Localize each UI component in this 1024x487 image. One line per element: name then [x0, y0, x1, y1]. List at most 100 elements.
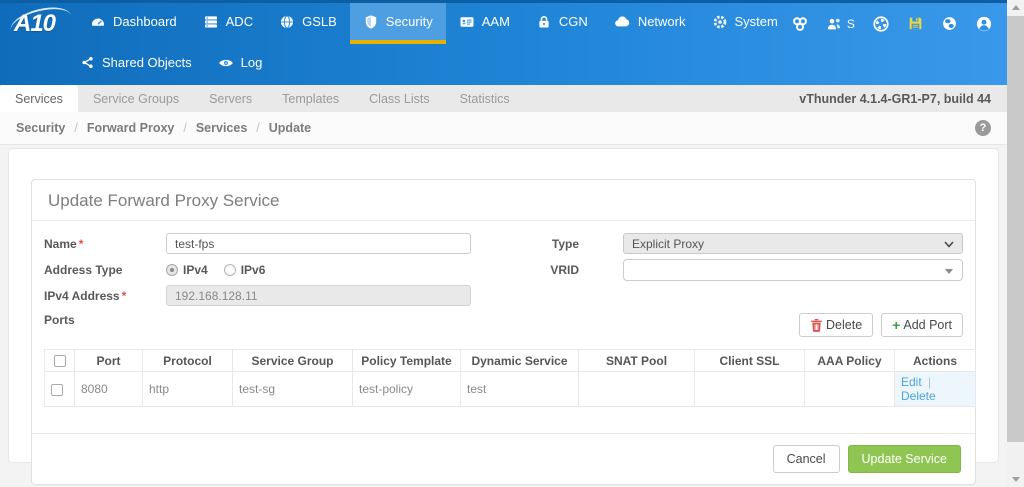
shared-objects-link[interactable]: Shared Objects: [80, 55, 192, 70]
cell-service-group: test-sg: [232, 371, 353, 407]
nav-item-aam[interactable]: AAM: [446, 3, 523, 44]
tab-statistics[interactable]: Statistics: [445, 85, 525, 112]
save-icon[interactable]: [907, 15, 924, 32]
type-label: Type: [551, 236, 579, 251]
column-header-protocol: Protocol: [142, 349, 233, 372]
partition-icon[interactable]: S: [826, 16, 855, 32]
card-body: Name* Address Type IPv4: [32, 221, 976, 433]
nav-item-label: GSLB: [302, 14, 337, 29]
required-marker: *: [121, 288, 127, 303]
nav-item-label: AAM: [481, 14, 510, 29]
add-port-button[interactable]: + Add Port: [881, 313, 963, 337]
section-tab-bar: Services Service Groups Servers Template…: [0, 85, 1007, 112]
nav-item-security[interactable]: Security: [349, 3, 446, 44]
tab-service-groups[interactable]: Service Groups: [78, 85, 194, 112]
form-row-name: Name *: [44, 233, 498, 254]
nav-item-gslb[interactable]: GSLB: [266, 3, 350, 44]
update-service-button[interactable]: Update Service: [847, 445, 961, 473]
ipv6-radio[interactable]: [223, 263, 236, 276]
ports-label: Ports: [44, 313, 75, 327]
subnav-item-label: Shared Objects: [102, 55, 192, 70]
card-header: Update Forward Proxy Service: [32, 180, 975, 221]
scrollbar-up-arrow[interactable]: [1007, 0, 1024, 15]
partition-users-icon: [827, 18, 840, 29]
tab-services[interactable]: Services: [0, 85, 78, 112]
cluster-icon[interactable]: [791, 15, 809, 33]
language-globe-icon[interactable]: [941, 15, 958, 32]
utility-icons: S: [791, 3, 1011, 44]
caret-down-icon: [945, 268, 953, 274]
scrollbar-down-arrow[interactable]: [1007, 472, 1024, 487]
cell-dynamic-service: test: [460, 371, 579, 407]
ipv4-address-label: IPv4 Address *: [44, 289, 166, 303]
secondary-nav-row: Shared Objects Log: [0, 44, 1007, 81]
triangle-down-icon: [1011, 477, 1020, 482]
a10-logo-text: A10: [14, 9, 56, 37]
cell-client-ssl: [694, 371, 805, 407]
breadcrumb-item-services[interactable]: Services: [196, 121, 247, 135]
ipv4-address-label-text: IPv4 Address: [44, 288, 120, 303]
table-header-row: Port Protocol Service Group Policy Templ…: [44, 349, 976, 372]
breadcrumb-item-forward-proxy[interactable]: Forward Proxy: [87, 121, 175, 135]
address-type-radio-group: IPv4 IPv6: [166, 263, 265, 277]
primary-nav-row: A10 Dashboard ADC GSLB Security AAM CGN …: [0, 1, 1007, 45]
nav-item-label: ADC: [225, 14, 254, 29]
scrollbar-thumb[interactable]: [1007, 16, 1024, 442]
address-type-label: Address Type: [44, 262, 123, 277]
cell-aaa-policy: [804, 371, 895, 407]
breadcrumb-item-security[interactable]: Security: [16, 121, 65, 135]
ipv4-radio-option[interactable]: IPv4: [166, 263, 208, 277]
name-input[interactable]: [166, 233, 471, 254]
page-help-icon[interactable]: ?: [975, 120, 991, 136]
user-profile-icon[interactable]: [975, 15, 993, 33]
nav-item-adc[interactable]: ADC: [190, 3, 266, 44]
name-label: Name *: [44, 237, 166, 251]
cell-protocol: http: [142, 371, 233, 407]
help-ring-icon[interactable]: [872, 15, 890, 33]
form-row-vrid: VRID: [498, 258, 963, 281]
delete-port-button[interactable]: Delete: [799, 313, 874, 337]
ipv6-radio-option[interactable]: IPv6: [223, 263, 265, 277]
form-row-type: Type Explicit Proxy: [498, 233, 963, 254]
name-label-text: Name: [44, 236, 77, 251]
edit-link[interactable]: Edit: [901, 375, 922, 389]
nav-item-system[interactable]: System: [699, 3, 791, 44]
cell-actions: Edit | Delete: [894, 371, 976, 407]
cancel-button[interactable]: Cancel: [772, 445, 840, 473]
tab-class-lists[interactable]: Class Lists: [354, 85, 444, 112]
column-header-dynamic-service: Dynamic Service: [460, 349, 579, 372]
vrid-combobox[interactable]: [623, 258, 963, 281]
floppy-disk-glyph: [909, 17, 922, 30]
vrid-label: VRID: [550, 262, 579, 277]
column-header-snat-pool: SNAT Pool: [578, 349, 695, 372]
cell-port: 8080: [74, 371, 143, 407]
tab-servers[interactable]: Servers: [194, 85, 267, 112]
nav-item-cgn[interactable]: CGN: [523, 3, 601, 44]
server-stack-icon: [204, 15, 217, 27]
breadcrumb-item-update[interactable]: Update: [269, 121, 311, 135]
content-panel: Update Forward Proxy Service Name* Addre…: [8, 148, 999, 485]
select-all-checkbox[interactable]: [53, 355, 66, 368]
partition-label: S: [846, 16, 855, 31]
delete-port-label: Delete: [826, 318, 863, 332]
tab-templates[interactable]: Templates: [267, 85, 354, 112]
form-column-right: Type Explicit Proxy VRID: [498, 233, 963, 311]
a10-logo[interactable]: A10: [0, 1, 77, 45]
ipv4-radio[interactable]: [166, 263, 178, 276]
delete-link[interactable]: Delete: [901, 389, 936, 403]
log-link[interactable]: Log: [218, 55, 262, 71]
nav-item-dashboard[interactable]: Dashboard: [77, 3, 190, 44]
row-checkbox[interactable]: [51, 383, 63, 396]
id-card-icon: [460, 16, 474, 27]
column-header-client-ssl: Client SSL: [694, 349, 805, 372]
share-icon: [82, 56, 93, 69]
nav-item-network[interactable]: Network: [601, 3, 699, 44]
ports-buttons: Delete + Add Port: [799, 313, 963, 337]
plus-icon: +: [892, 317, 901, 333]
actions-separator: |: [928, 375, 932, 389]
form-row-ipv4-address: IPv4 Address *: [44, 285, 498, 306]
type-select[interactable]: Explicit Proxy: [623, 233, 963, 254]
column-header-policy-template: Policy Template: [352, 349, 461, 372]
vertical-scrollbar[interactable]: [1007, 0, 1024, 487]
